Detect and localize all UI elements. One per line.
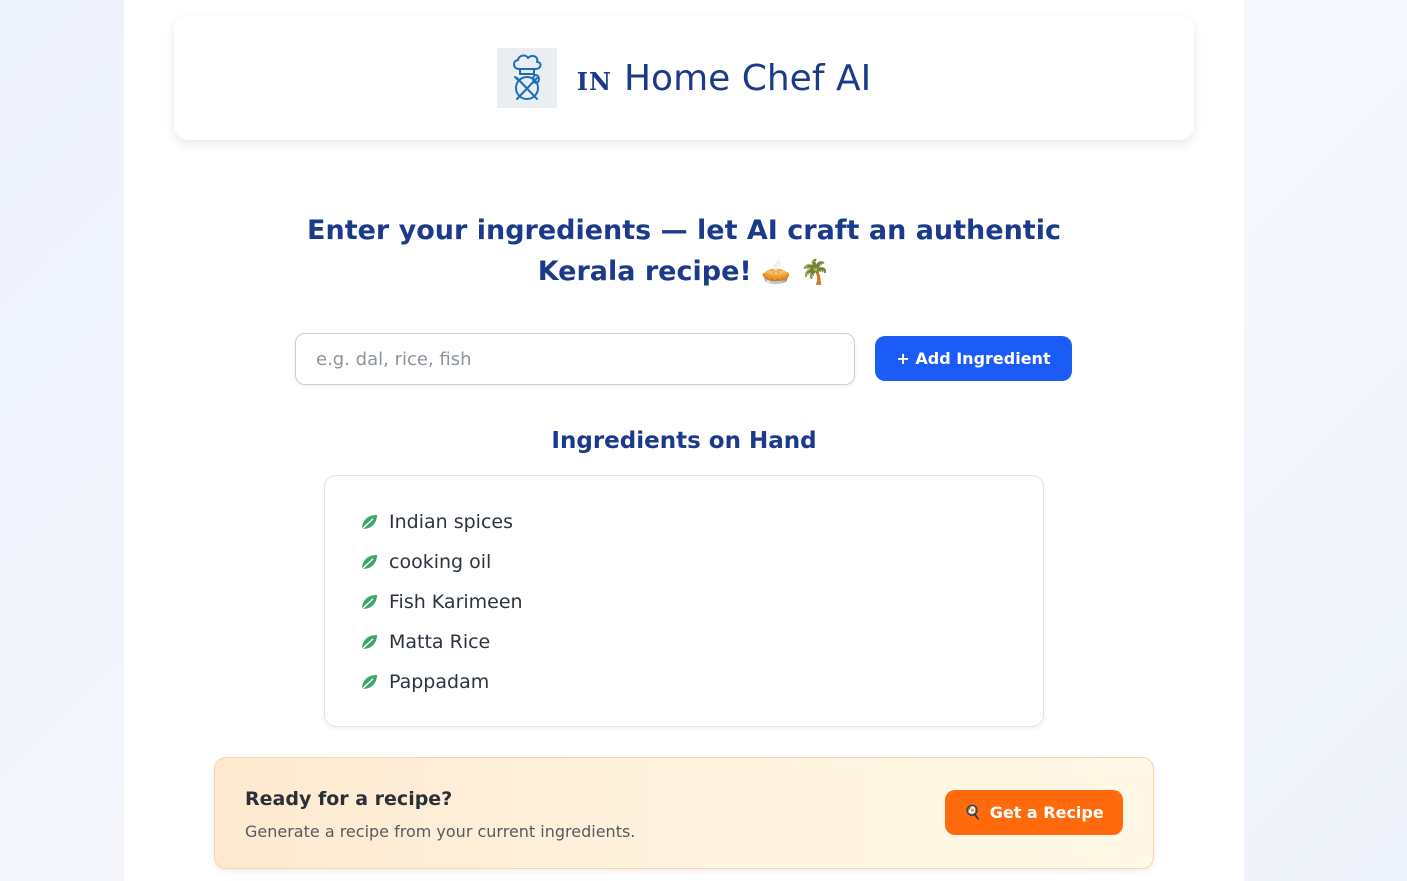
list-item: cooking oil (359, 542, 1043, 582)
add-ingredient-button[interactable]: + Add Ingredient (875, 336, 1072, 381)
ingredient-label: Pappadam (389, 671, 490, 693)
headline-line-2: Kerala recipe! (537, 256, 752, 287)
ingredient-input[interactable] (295, 333, 855, 385)
leaf-icon (361, 635, 377, 650)
page-headline: Enter your ingredients — let AI craft an… (284, 210, 1084, 293)
app-header: IN Home Chef AI (174, 16, 1194, 140)
leaf-icon (361, 515, 377, 530)
list-item: Indian spices (359, 502, 1043, 542)
leaf-icon (361, 555, 377, 570)
get-recipe-label: Get a Recipe (989, 803, 1104, 822)
cooking-icon: 🍳 (964, 804, 982, 821)
pie-icon: 🥧 (761, 258, 791, 286)
leaf-icon (361, 675, 377, 690)
get-recipe-button[interactable]: 🍳 Get a Recipe (945, 790, 1123, 835)
brand: IN Home Chef AI (577, 58, 871, 99)
app-title: Home Chef AI (623, 57, 872, 99)
leaf-icon (361, 595, 377, 610)
page-container: IN Home Chef AI Enter your ingredients —… (124, 0, 1244, 881)
app-logo (496, 48, 557, 108)
list-item: Fish Karimeen (359, 582, 1043, 622)
ingredients-section-title: Ingredients on Hand (551, 428, 817, 454)
banner-subtitle: Generate a recipe from your current ingr… (245, 822, 636, 841)
flag-code: IN (576, 66, 612, 96)
ingredient-label: Fish Karimeen (389, 591, 523, 613)
chef-hat-fork-spoon-icon (512, 54, 542, 100)
headline-line-1: Enter your ingredients — let AI craft an… (307, 215, 1061, 246)
recipe-banner: Ready for a recipe? Generate a recipe fr… (214, 757, 1154, 869)
ingredient-list: Indian spices cooking oil Fish Karimeen … (359, 502, 1043, 702)
list-item: Matta Rice (359, 622, 1043, 662)
ingredient-label: Matta Rice (389, 631, 491, 653)
ingredient-label: cooking oil (389, 551, 492, 573)
banner-title: Ready for a recipe? (245, 788, 453, 810)
ingredient-label: Indian spices (389, 511, 513, 533)
ingredients-card: Indian spices cooking oil Fish Karimeen … (324, 475, 1044, 727)
palm-tree-icon: 🌴 (800, 258, 831, 286)
list-item: Pappadam (359, 662, 1043, 702)
